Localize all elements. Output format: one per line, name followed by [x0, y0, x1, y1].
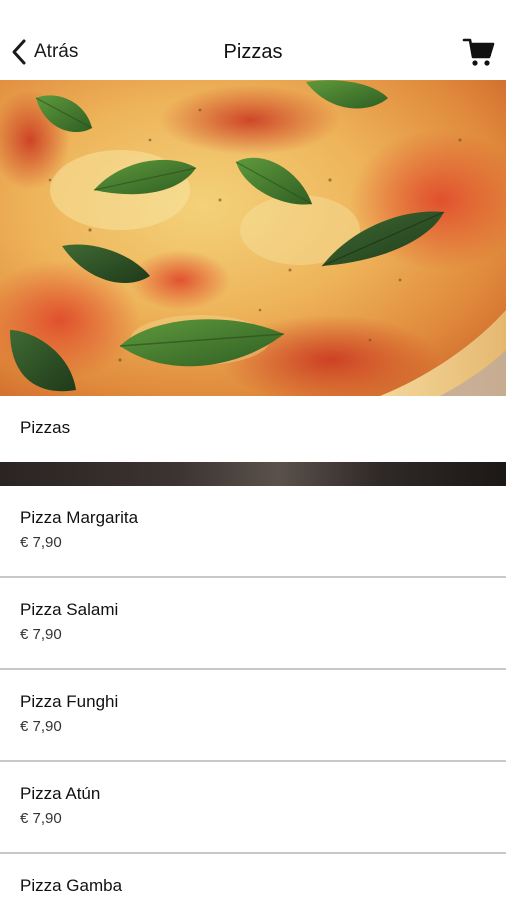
list-item-pizza-gamba[interactable]: Pizza Gamba	[0, 854, 506, 900]
product-name: Pizza Gamba	[20, 876, 123, 895]
back-button[interactable]: Atrás	[10, 36, 78, 68]
category-divider-band	[0, 462, 506, 486]
shopping-cart-icon	[462, 38, 495, 66]
category-label: Pizzas	[20, 418, 71, 437]
pizza-photo	[0, 80, 506, 396]
product-list: Pizza Margarita € 7,90 Pizza Salami € 7,…	[0, 486, 506, 900]
product-price: € 7,90	[20, 718, 62, 735]
navigation-bar: Atrás Pizzas	[0, 0, 506, 80]
list-item-pizza-atun[interactable]: Pizza Atún € 7,90	[0, 762, 506, 854]
cart-button[interactable]	[462, 36, 496, 70]
list-item-pizza-salami[interactable]: Pizza Salami € 7,90	[0, 578, 506, 670]
product-name: Pizza Atún	[20, 784, 101, 803]
category-header: Pizzas	[0, 396, 506, 462]
product-price: € 7,90	[20, 626, 62, 643]
app-screen: Atrás Pizzas Pizzas Pizza Margarita € 7,…	[0, 0, 506, 900]
list-item-pizza-margarita[interactable]: Pizza Margarita € 7,90	[0, 486, 506, 578]
chevron-left-icon	[12, 39, 26, 65]
product-name: Pizza Funghi	[20, 692, 119, 711]
back-label: Atrás	[34, 41, 79, 62]
product-price: € 7,90	[20, 534, 62, 551]
list-item-pizza-funghi[interactable]: Pizza Funghi € 7,90	[0, 670, 506, 762]
product-name: Pizza Salami	[20, 600, 119, 619]
product-price: € 7,90	[20, 810, 62, 827]
product-name: Pizza Margarita	[20, 508, 139, 527]
hero-pizza-image	[0, 80, 506, 396]
